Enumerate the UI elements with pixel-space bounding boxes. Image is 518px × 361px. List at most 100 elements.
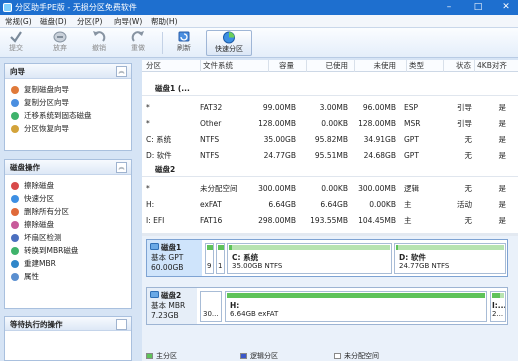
disk-op-rebuild-mbr[interactable]: 重建MBR [5,257,131,270]
menu-partition[interactable]: 分区(P) [77,16,102,27]
disk1-name: 磁盘1 [161,243,182,252]
column-status[interactable]: 状态 [443,60,471,72]
convert-mbr-icon [11,247,19,255]
disk-op-erase[interactable]: 擦除磁盘 [5,218,131,231]
left-sidebar: 向导 ︽ 复制磁盘向导 复制分区向导 迁移系统到固态磁盘 分区恢复向导 磁盘操作… [4,60,132,361]
table-cell: * [146,184,150,193]
menu-disk[interactable]: 磁盘(D) [40,16,67,27]
table-cell: 活动 [457,200,472,209]
window-title: 分区助手PE版 - 无损分区免费软件 [15,3,137,12]
h-usage-bar [227,293,485,298]
disk2-map-row[interactable]: 磁盘2 基本 MBR 7.23GB 30... H: 6.64GB exFAT … [146,287,508,325]
disk1-msr-partition[interactable]: 1 [216,243,225,274]
legend: 主分区 逻辑分区 未分配空间 [0,351,518,361]
disk1-type: 基本 GPT [151,253,184,262]
table-cell: exFAT [200,200,222,209]
column-type[interactable]: 类型 [406,60,424,72]
legend-primary: 主分区 [146,351,177,361]
rebuild-mbr-icon [11,260,19,268]
table-cell: 24.68GB [363,151,396,160]
collapse-chevron-icon[interactable] [116,319,127,330]
menu-help[interactable]: 帮助(H) [151,16,178,27]
column-filesystem[interactable]: 文件系统 [200,60,233,72]
table-cell: C: 系统 [146,135,172,144]
table-cell: 96.00MB [362,103,396,112]
table-cell: 193.55MB [310,216,348,225]
disk1-c-partition[interactable]: C: 系统 35.00GB NTFS [227,243,392,274]
wizard-panel: 向导 ︽ 复制磁盘向导 复制分区向导 迁移系统到固态磁盘 分区恢复向导 [4,63,132,151]
disk-op-wipe[interactable]: 擦除磁盘 [5,179,131,192]
menu-wizard[interactable]: 向导(W) [114,16,142,27]
d-usage-bar [396,245,398,250]
column-capacity[interactable]: 容量 [268,60,294,72]
undo-button[interactable]: 撤销 [85,30,113,56]
disk2-i-partition[interactable]: I:... 2... [490,291,506,322]
disk-op-convert-mbr[interactable]: 转换到MBR磁盘 [5,244,131,257]
quick-partition-button[interactable]: 快速分区 [206,30,252,56]
table-cell: 95.82MB [314,135,348,144]
disk1-map-row[interactable]: 磁盘1 基本 GPT 60.00GB 9 1 C: 系统 35.00GB NTF… [146,239,508,277]
logical-swatch [240,353,247,359]
table-row[interactable]: * FAT32 99.00MB 3.00MB 96.00MB ESP 引导 是 [142,100,518,115]
disk1-esp-partition[interactable]: 9 [205,243,214,274]
table-row[interactable]: * 未分配空间 300.00MB 0.00KB 300.00MB 逻辑 无 是 [142,181,518,196]
disk2-size: 7.23GB [151,311,179,320]
minimize-button[interactable]: – [437,0,461,15]
table-row[interactable]: C: 系统 NTFS 35.00GB 95.82MB 34.91GB GPT 无 是 [142,132,518,147]
toolbar: 提交 放弃 撤销 重做 刷新 快速分区 [0,28,518,58]
column-partition[interactable]: 分区 [146,60,161,72]
table-cell: 99.00MB [262,103,296,112]
column-4k-align[interactable]: 4KB对齐 [474,60,507,72]
c-usage-bar [229,245,232,250]
maximize-button[interactable]: □ [466,0,490,15]
partition-view: 分区 文件系统 容量 已使用 未使用 类型 状态 4KB对齐 磁盘1 (... … [142,60,518,361]
quick-partition-icon [11,195,19,203]
table-row[interactable]: I: EFI FAT16 298.00MB 193.55MB 104.45MB 主 无 是 [142,213,518,228]
wizard-copy-partition[interactable]: 复制分区向导 [5,96,131,109]
disk2-header[interactable]: 磁盘2 [142,163,518,177]
table-cell: 是 [498,135,507,144]
collapse-chevron-icon[interactable]: ︽ [116,66,127,77]
disk2-h-partition[interactable]: H: 6.64GB exFAT [225,291,487,322]
disk-op-bad-sector[interactable]: 坏扇区检测 [5,231,131,244]
table-cell: 是 [498,103,507,112]
table-row[interactable]: H: exFAT 6.64GB 6.64GB 0.00KB 主 活动 是 [142,197,518,212]
refresh-icon [178,31,190,42]
disk2-unallocated[interactable]: 30... [200,291,222,322]
table-row[interactable]: D: 软件 NTFS 24.77GB 95.51MB 24.68GB GPT 无 是 [142,148,518,163]
column-used[interactable]: 已使用 [306,60,348,72]
table-cell: 34.91GB [363,135,396,144]
refresh-button[interactable]: 刷新 [170,30,198,56]
table-row[interactable]: * Other 128.00MB 0.00KB 128.00MB MSR 引导 是 [142,116,518,131]
redo-button[interactable]: 重做 [124,30,152,56]
wizard-migrate-os[interactable]: 迁移系统到固态磁盘 [5,109,131,122]
disk1-header[interactable]: 磁盘1 (... [142,82,518,96]
disk-op-properties[interactable]: 属性 [5,270,131,283]
disk1-d-partition[interactable]: D: 软件 24.77GB NTFS [394,243,506,274]
table-cell: * [146,103,150,112]
table-cell: 无 [464,216,473,225]
submit-button[interactable]: 提交 [2,30,30,56]
table-cell: 3.00MB [319,103,348,112]
disk1-info[interactable]: 磁盘1 基本 GPT 60.00GB [147,240,202,276]
disk-op-delete-all[interactable]: 删除所有分区 [5,205,131,218]
properties-icon [11,273,19,281]
quick-partition-icon [223,31,235,44]
partition-table-header: 分区 文件系统 容量 已使用 未使用 类型 状态 4KB对齐 [142,60,518,72]
wizard-partition-recovery[interactable]: 分区恢复向导 [5,122,131,135]
disk-op-quick-partition[interactable]: 快速分区 [5,192,131,205]
table-cell: 无 [464,151,473,160]
table-cell: 35.00GB [263,135,296,144]
collapse-chevron-icon[interactable]: ︽ [116,162,127,173]
disk2-type: 基本 MBR [151,301,186,310]
column-unused[interactable]: 未使用 [354,60,396,72]
table-cell: 是 [498,216,507,225]
disk2-info[interactable]: 磁盘2 基本 MBR 7.23GB [147,288,197,324]
wizard-copy-disk[interactable]: 复制磁盘向导 [5,83,131,96]
discard-button[interactable]: 放弃 [46,30,74,56]
disk-icon [150,291,159,298]
close-button[interactable]: ✕ [494,0,518,15]
menu-general[interactable]: 常规(G) [5,16,32,27]
table-cell: MSR [404,119,421,128]
disk1-size: 60.00GB [151,263,184,272]
